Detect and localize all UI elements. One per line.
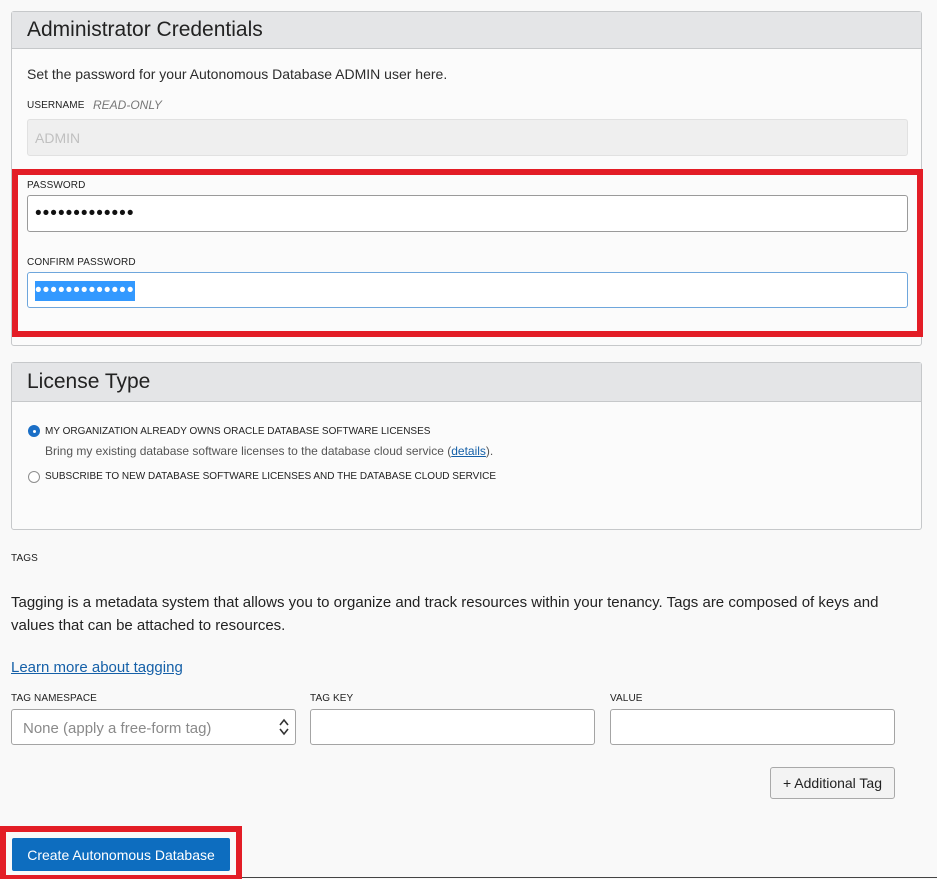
license-subscribe-radio[interactable] (28, 471, 40, 483)
select-chevron-icon (279, 718, 289, 736)
username-label: USERNAME (27, 100, 85, 111)
license-subscribe-label[interactable]: SUBSCRIBE TO NEW DATABASE SOFTWARE LICEN… (45, 471, 496, 482)
tag-namespace-value: None (apply a free-form tag) (23, 720, 212, 737)
password-highlight-box (12, 169, 923, 337)
tags-description: Tagging is a metadata system that allows… (11, 594, 879, 634)
tag-key-input[interactable] (310, 709, 595, 745)
tags-heading: TAGS (11, 553, 38, 564)
admin-intro-text: Set the password for your Autonomous Dat… (27, 66, 448, 82)
license-byol-radio[interactable] (28, 425, 40, 437)
create-highlight-box (0, 826, 242, 879)
tag-namespace-label: TAG NAMESPACE (11, 693, 97, 704)
tag-value-label: VALUE (610, 693, 643, 704)
license-details-link[interactable]: details (451, 444, 486, 458)
username-field: ADMIN (27, 119, 908, 156)
learn-more-tagging-link[interactable]: Learn more about tagging (11, 659, 183, 676)
license-byol-description: Bring my existing database software lice… (45, 444, 493, 458)
username-readonly-note: READ-ONLY (93, 98, 162, 112)
tag-value-input[interactable] (610, 709, 895, 745)
license-byol-desc-suffix: ). (485, 444, 494, 458)
license-byol-desc-prefix: Bring my existing database software lice… (45, 444, 452, 458)
tag-key-label: TAG KEY (310, 693, 354, 704)
additional-tag-button[interactable]: + Additional Tag (770, 767, 895, 799)
username-value: ADMIN (35, 130, 81, 146)
license-type-title: License Type (12, 363, 921, 402)
tag-namespace-select[interactable]: None (apply a free-form tag) (11, 709, 296, 745)
bottom-divider (242, 877, 937, 878)
license-byol-label[interactable]: MY ORGANIZATION ALREADY OWNS ORACLE DATA… (45, 426, 430, 437)
admin-credentials-title: Administrator Credentials (12, 12, 921, 49)
